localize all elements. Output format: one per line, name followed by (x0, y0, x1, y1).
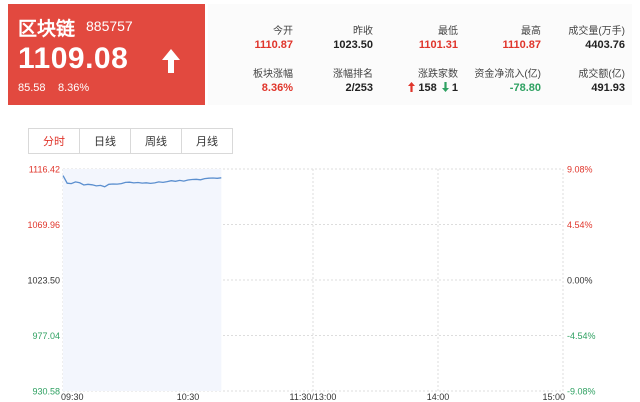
current-price: 1109.08 (18, 42, 129, 75)
y-tick-label-right: 4.54% (567, 220, 593, 230)
up-count: 158 (418, 82, 437, 94)
sector-name: 区块链 (18, 19, 76, 40)
x-tick-label: 10:30 (177, 392, 200, 402)
tab-monthly[interactable]: 月线 (181, 128, 233, 154)
arrow-up-icon (408, 82, 416, 92)
tab-daily[interactable]: 日线 (79, 128, 131, 154)
stat-label-updown-count: 涨跌家数 (418, 69, 458, 80)
intraday-chart: 1116.42 9.08% 1069.96 4.54% 1023.50 0.00% 977.… (27, 165, 596, 402)
stat-label-volume: 成交量(万手) (568, 26, 625, 37)
x-tick-label: 14:00 (427, 392, 450, 402)
stats-panel: 今开 1110.87 昨收 1023.50 最低 1101.31 最高 1110… (208, 4, 632, 105)
stat-value-low: 1101.31 (418, 39, 458, 51)
arrow-up-icon (162, 49, 180, 73)
tab-intraday[interactable]: 分时 (28, 128, 80, 154)
tab-weekly[interactable]: 周线 (130, 128, 182, 154)
down-count: 1 (451, 82, 458, 94)
y-tick-label-right: -9.08% (567, 387, 596, 397)
y-tick-label-left: 1023.50 (27, 276, 60, 286)
chart-period-tabs: 分时 日线 周线 月线 (28, 128, 233, 154)
x-tick-label: 11:30/13:00 (290, 392, 337, 402)
stat-value-sector-gain: 8.36% (261, 82, 293, 94)
y-tick-label-right: -4.54% (567, 331, 596, 341)
y-tick-label-left: 977.04 (32, 331, 60, 341)
stat-label-rank: 涨幅排名 (333, 69, 373, 80)
x-tick-label: 15:00 (542, 392, 565, 402)
updown-count: 158 1 (408, 82, 458, 94)
stat-label-net-inflow: 资金净流入(亿) (474, 69, 541, 80)
y-tick-label-left: 930.58 (32, 387, 60, 397)
stat-value-open: 1110.87 (254, 39, 293, 51)
stat-label-open: 今开 (273, 26, 293, 37)
chart-area (63, 169, 222, 391)
y-tick-label-right: 9.08% (567, 165, 593, 175)
stat-value-prev-close: 1023.50 (333, 39, 373, 51)
stat-label-turnover: 成交额(亿) (578, 69, 625, 80)
sector-code: 885757 (86, 18, 133, 34)
stat-value-high: 1110.87 (502, 39, 541, 51)
stat-label-low: 最低 (438, 26, 458, 37)
y-tick-label-left: 1069.96 (27, 220, 60, 230)
price-change-pct: 8.36% (58, 82, 90, 94)
elapsed-area (63, 169, 222, 391)
stat-value-net-inflow: -78.80 (509, 82, 541, 94)
y-tick-label-right: 0.00% (567, 276, 593, 286)
price-change: 85.58 (18, 82, 46, 94)
quote-box: 区块链 885757 1109.08 85.58 8.36% (8, 4, 205, 105)
stat-value-rank: 2/253 (345, 82, 373, 94)
stat-value-turnover: 491.93 (591, 82, 625, 94)
stat-label-sector-gain: 板块涨幅 (253, 69, 293, 80)
stat-label-prev-close: 昨收 (353, 26, 373, 37)
y-tick-label-left: 1116.42 (29, 165, 60, 175)
arrow-down-icon (441, 82, 449, 92)
x-tick-label: 09:30 (61, 392, 84, 402)
stat-value-volume: 4403.76 (585, 39, 625, 51)
stat-label-high: 最高 (521, 26, 541, 37)
